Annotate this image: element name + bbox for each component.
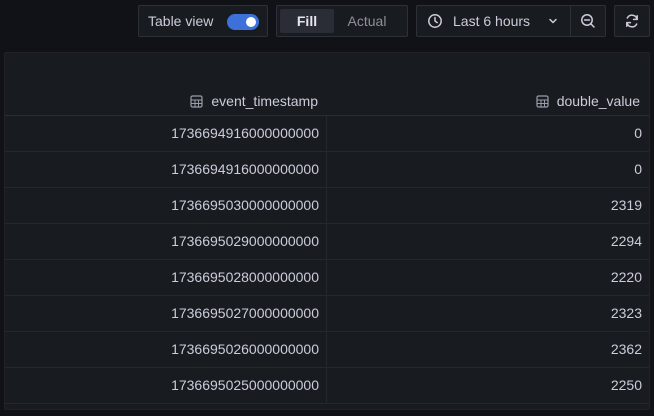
actual-option[interactable]: Actual xyxy=(334,9,400,33)
cell-double-value: 2362 xyxy=(610,341,642,357)
cell-double-value: 2250 xyxy=(610,377,642,393)
cell-event-timestamp: 1736695027000000000 xyxy=(5,296,327,331)
table-row: 1736695030000000000 2319 xyxy=(5,188,649,224)
column-header-label: double_value xyxy=(556,93,640,109)
table-header: event_timestamp double_value xyxy=(5,53,649,116)
table-body: 1736694916000000000 0 173669491600000000… xyxy=(5,116,649,404)
fill-actual-radio-group: Fill Actual xyxy=(276,5,408,37)
time-range-label: Last 6 hours xyxy=(453,13,531,29)
table-view-toggle[interactable]: Table view xyxy=(138,5,268,37)
chevron-down-icon xyxy=(547,15,559,27)
table-row: 1736694916000000000 0 xyxy=(5,116,649,152)
column-header-double-value[interactable]: double_value xyxy=(536,92,640,110)
cell-event-timestamp: 1736694916000000000 xyxy=(5,116,327,151)
fill-option[interactable]: Fill xyxy=(280,9,334,33)
cell-double-value: 0 xyxy=(634,125,642,141)
table-column-icon xyxy=(536,94,549,108)
table-view-switch[interactable] xyxy=(227,14,259,30)
column-header-event-timestamp[interactable]: event_timestamp xyxy=(190,92,318,110)
table-panel: event_timestamp double_value 17366949160… xyxy=(4,52,650,410)
table-view-label: Table view xyxy=(148,13,214,29)
cell-event-timestamp: 1736695026000000000 xyxy=(5,332,327,367)
cell-event-timestamp: 1736695025000000000 xyxy=(5,368,327,403)
clock-icon xyxy=(427,13,443,29)
zoom-out-icon xyxy=(580,13,596,29)
table-row: 1736695026000000000 2362 xyxy=(5,332,649,368)
cell-double-value: 2220 xyxy=(610,269,642,285)
cell-double-value: 2294 xyxy=(610,233,642,249)
refresh-icon xyxy=(624,13,640,29)
cell-event-timestamp: 1736695028000000000 xyxy=(5,260,327,295)
cell-double-value: 2323 xyxy=(610,305,642,321)
cell-event-timestamp: 1736694916000000000 xyxy=(5,152,327,187)
cell-double-value: 2319 xyxy=(610,197,642,213)
switch-knob xyxy=(246,17,256,27)
table-row: 1736695029000000000 2294 xyxy=(5,224,649,260)
cell-double-value: 0 xyxy=(634,161,642,177)
time-range-picker[interactable]: Last 6 hours xyxy=(416,5,571,37)
table-row: 1736695027000000000 2323 xyxy=(5,296,649,332)
table-row: 1736695025000000000 2250 xyxy=(5,368,649,404)
cell-event-timestamp: 1736695030000000000 xyxy=(5,188,327,223)
refresh-button[interactable] xyxy=(614,5,650,37)
panel-toolbar: Table view Fill Actual Last 6 hours xyxy=(0,0,654,44)
zoom-out-button[interactable] xyxy=(570,5,606,37)
table-column-icon xyxy=(190,94,203,108)
cell-event-timestamp: 1736695029000000000 xyxy=(5,224,327,259)
column-header-label: event_timestamp xyxy=(211,93,318,109)
table-row: 1736695028000000000 2220 xyxy=(5,260,649,296)
table-row: 1736694916000000000 0 xyxy=(5,152,649,188)
